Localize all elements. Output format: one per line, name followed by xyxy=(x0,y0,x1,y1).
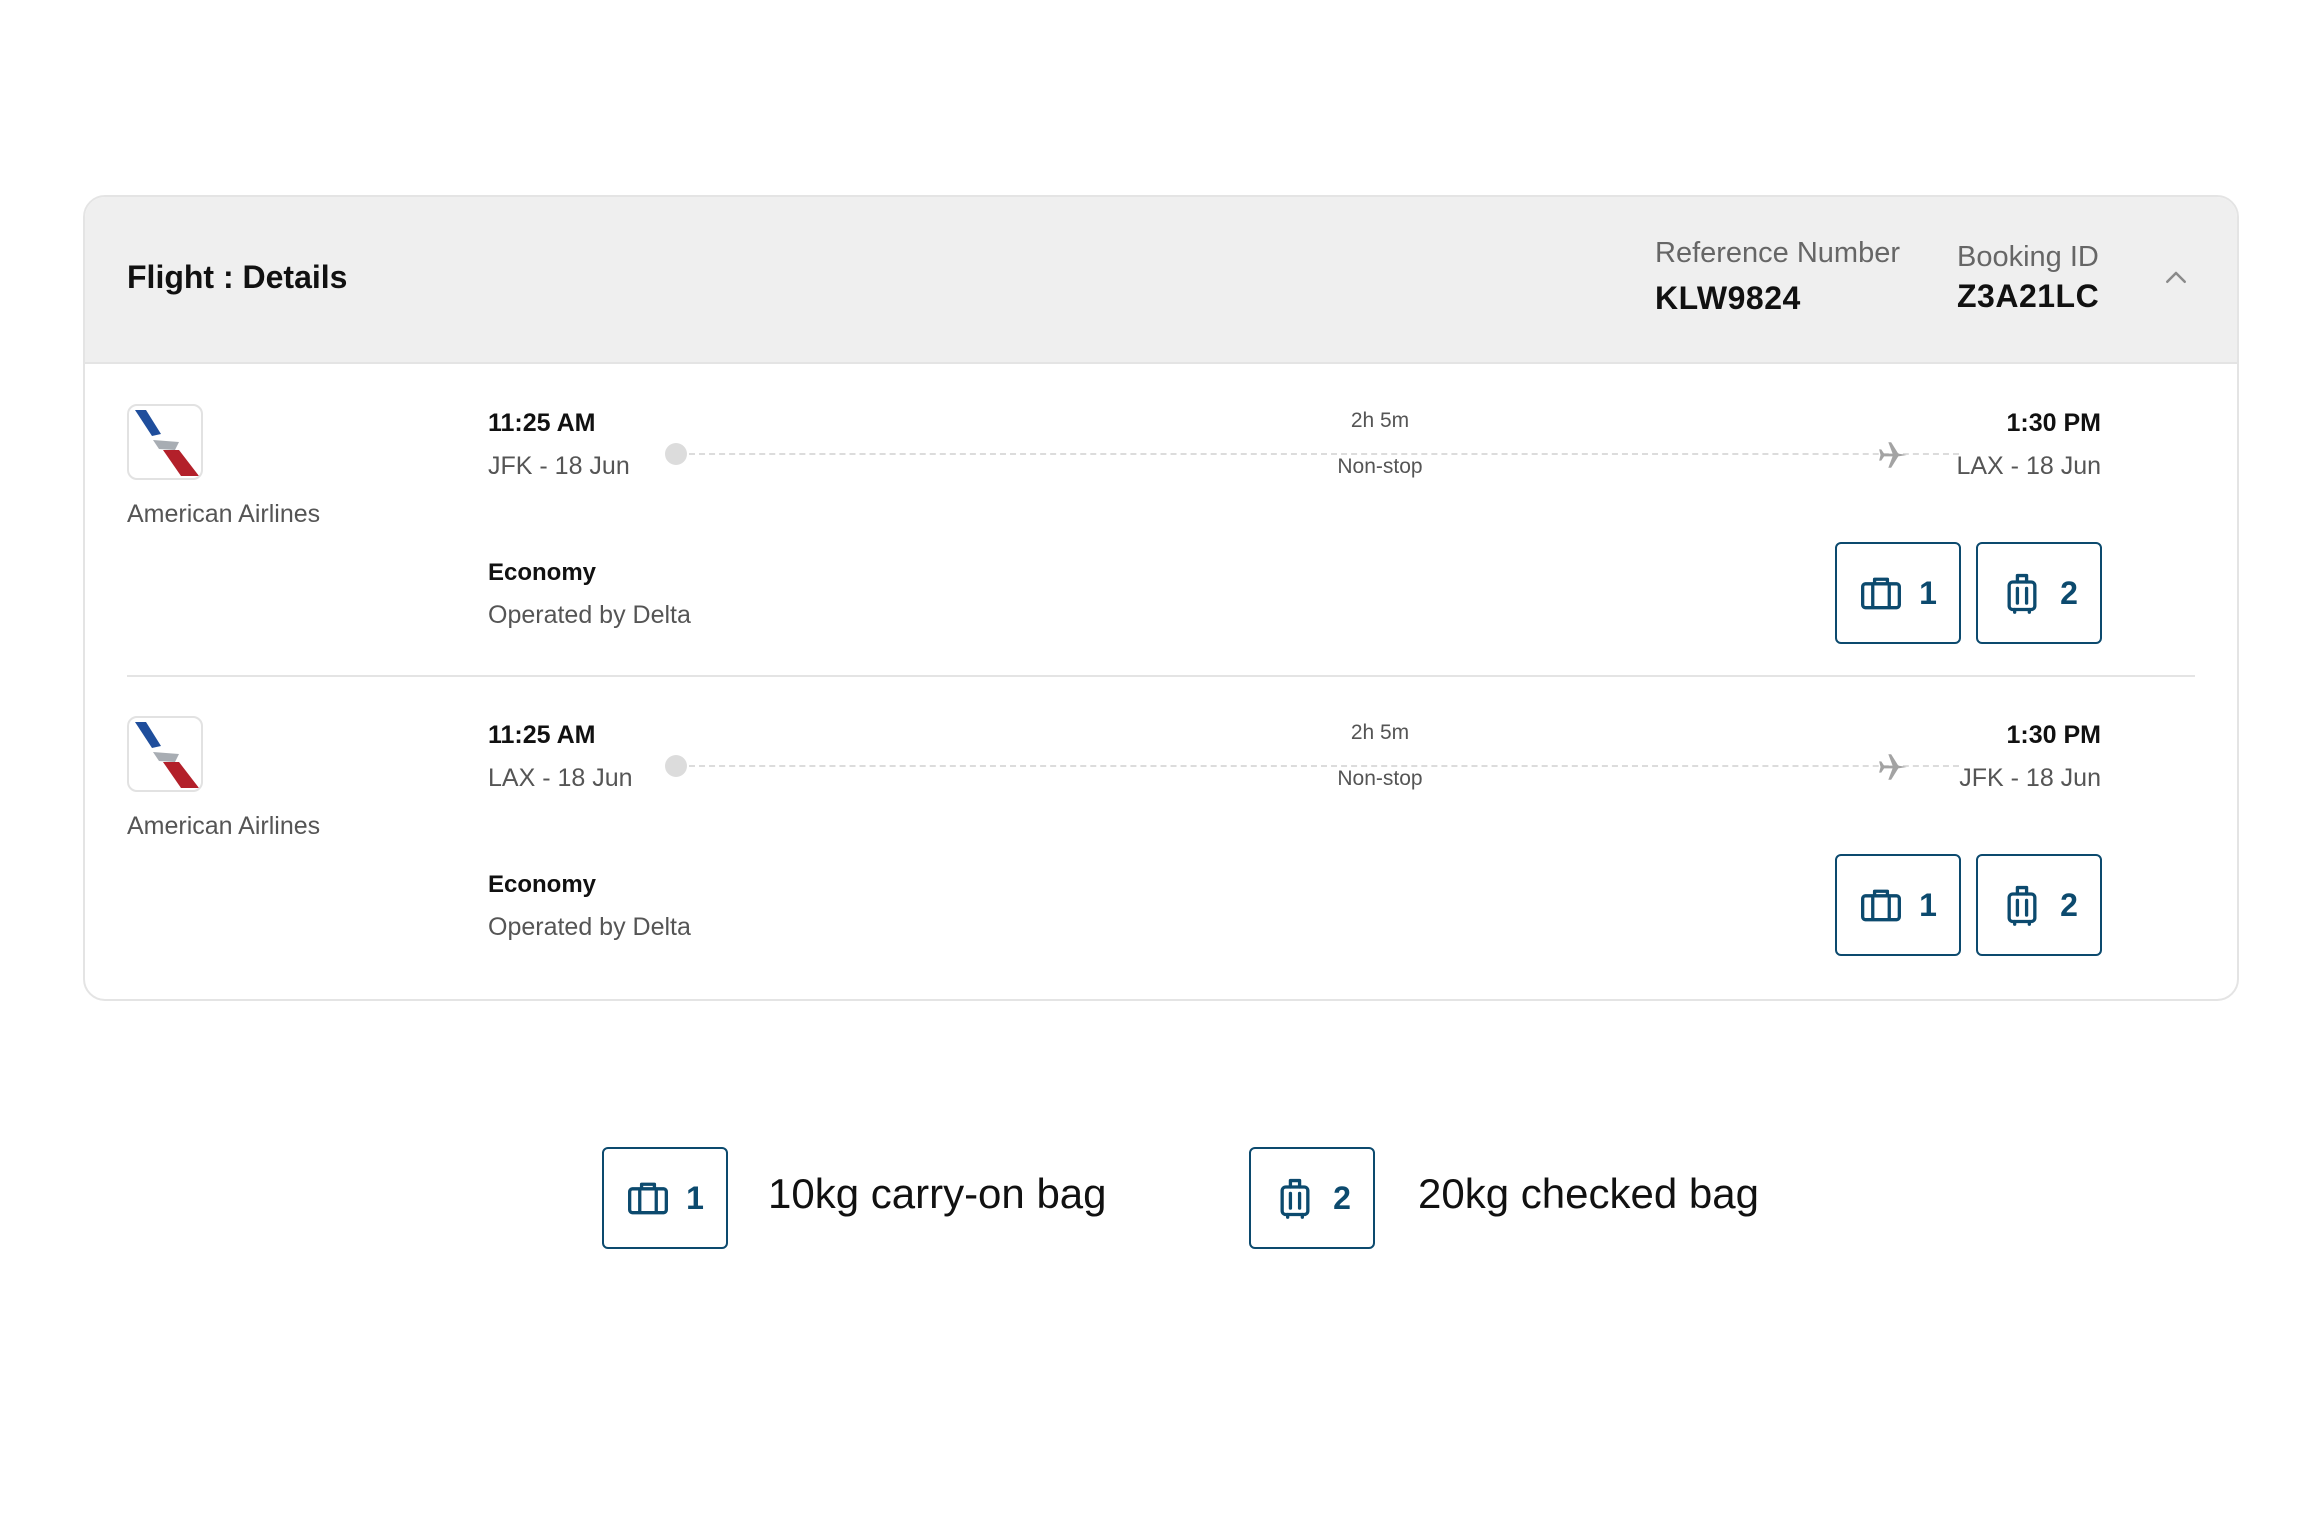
flight-stops: Non-stop xyxy=(1337,455,1423,478)
booking-id-block: Booking ID Z3A21LC xyxy=(1957,241,2099,315)
carry-on-bag-icon xyxy=(1861,889,1902,922)
carry-on-bag-icon xyxy=(1861,577,1902,610)
checked-bag-count: 2 xyxy=(2060,574,2078,611)
carry-on-bag-count: 1 xyxy=(1919,886,1937,923)
legend-checked-count: 2 xyxy=(1333,1179,1351,1216)
reference-number-block: Reference Number KLW9824 xyxy=(1655,237,1900,317)
flight-duration: 2h 5m xyxy=(1350,409,1410,432)
checked-bag-icon xyxy=(2007,885,2037,926)
arrival-time: 1:30 PM xyxy=(2006,721,2101,749)
carry-on-bag-badge[interactable]: 1 xyxy=(1835,854,1961,956)
airline-name: American Airlines xyxy=(127,500,321,528)
checked-bag-badge[interactable]: 2 xyxy=(1976,854,2102,956)
flight-details-card: Flight : Details Reference Number KLW982… xyxy=(83,195,2239,1001)
operated-by: Operated by Delta xyxy=(488,913,691,941)
legend-checked-text: 20kg checked bag xyxy=(1418,1170,1759,1217)
departure-place: JFK - 18 Jun xyxy=(488,452,630,480)
cabin-class: Economy xyxy=(488,559,597,586)
reference-number-label: Reference Number xyxy=(1655,237,1900,269)
operated-by: Operated by Delta xyxy=(488,601,691,629)
plane-icon xyxy=(1879,442,1907,468)
legend-checked-badge: 2 xyxy=(1249,1147,1375,1249)
airline-name: American Airlines xyxy=(127,812,321,840)
checked-bag-count: 2 xyxy=(2060,886,2078,923)
airline-logo xyxy=(127,716,203,792)
carry-on-bag-count: 1 xyxy=(1919,574,1937,611)
chevron-up-icon[interactable] xyxy=(2161,263,2191,293)
plane-icon xyxy=(1879,754,1907,780)
checked-bag-icon xyxy=(1280,1178,1310,1219)
arrival-time: 1:30 PM xyxy=(2006,409,2101,437)
legend-carry-on-badge: 1 xyxy=(602,1147,728,1249)
arrival-place: LAX - 18 Jun xyxy=(1956,452,2101,480)
flight-segment-2: American Airlines 11:25 AM LAX - 18 Jun … xyxy=(85,676,2237,988)
booking-id-value: Z3A21LC xyxy=(1957,278,2100,314)
carry-on-bag-icon xyxy=(628,1182,669,1215)
legend-carry-on-text: 10kg carry-on bag xyxy=(768,1170,1107,1217)
card-header: Flight : Details Reference Number KLW982… xyxy=(85,197,2237,364)
checked-bag-badge[interactable]: 2 xyxy=(1976,542,2102,644)
flight-stops: Non-stop xyxy=(1337,767,1423,790)
airline-logo xyxy=(127,404,203,480)
carry-on-bag-badge[interactable]: 1 xyxy=(1835,542,1961,644)
departure-time: 11:25 AM xyxy=(488,409,596,437)
origin-dot xyxy=(665,443,687,465)
departure-place: LAX - 18 Jun xyxy=(488,764,633,792)
card-title: Flight : Details xyxy=(127,259,348,295)
flight-segment-1: American Airlines 11:25 AM JFK - 18 Jun … xyxy=(85,364,2237,676)
reference-number-value: KLW9824 xyxy=(1655,280,1801,316)
arrival-place: JFK - 18 Jun xyxy=(1959,764,2101,792)
cabin-class: Economy xyxy=(488,871,597,898)
checked-bag-icon xyxy=(2007,573,2037,614)
legend-carry-on-count: 1 xyxy=(686,1179,704,1216)
booking-id-label: Booking ID xyxy=(1957,241,2099,273)
departure-time: 11:25 AM xyxy=(488,721,596,749)
origin-dot xyxy=(665,755,687,777)
flight-duration: 2h 5m xyxy=(1350,721,1410,744)
